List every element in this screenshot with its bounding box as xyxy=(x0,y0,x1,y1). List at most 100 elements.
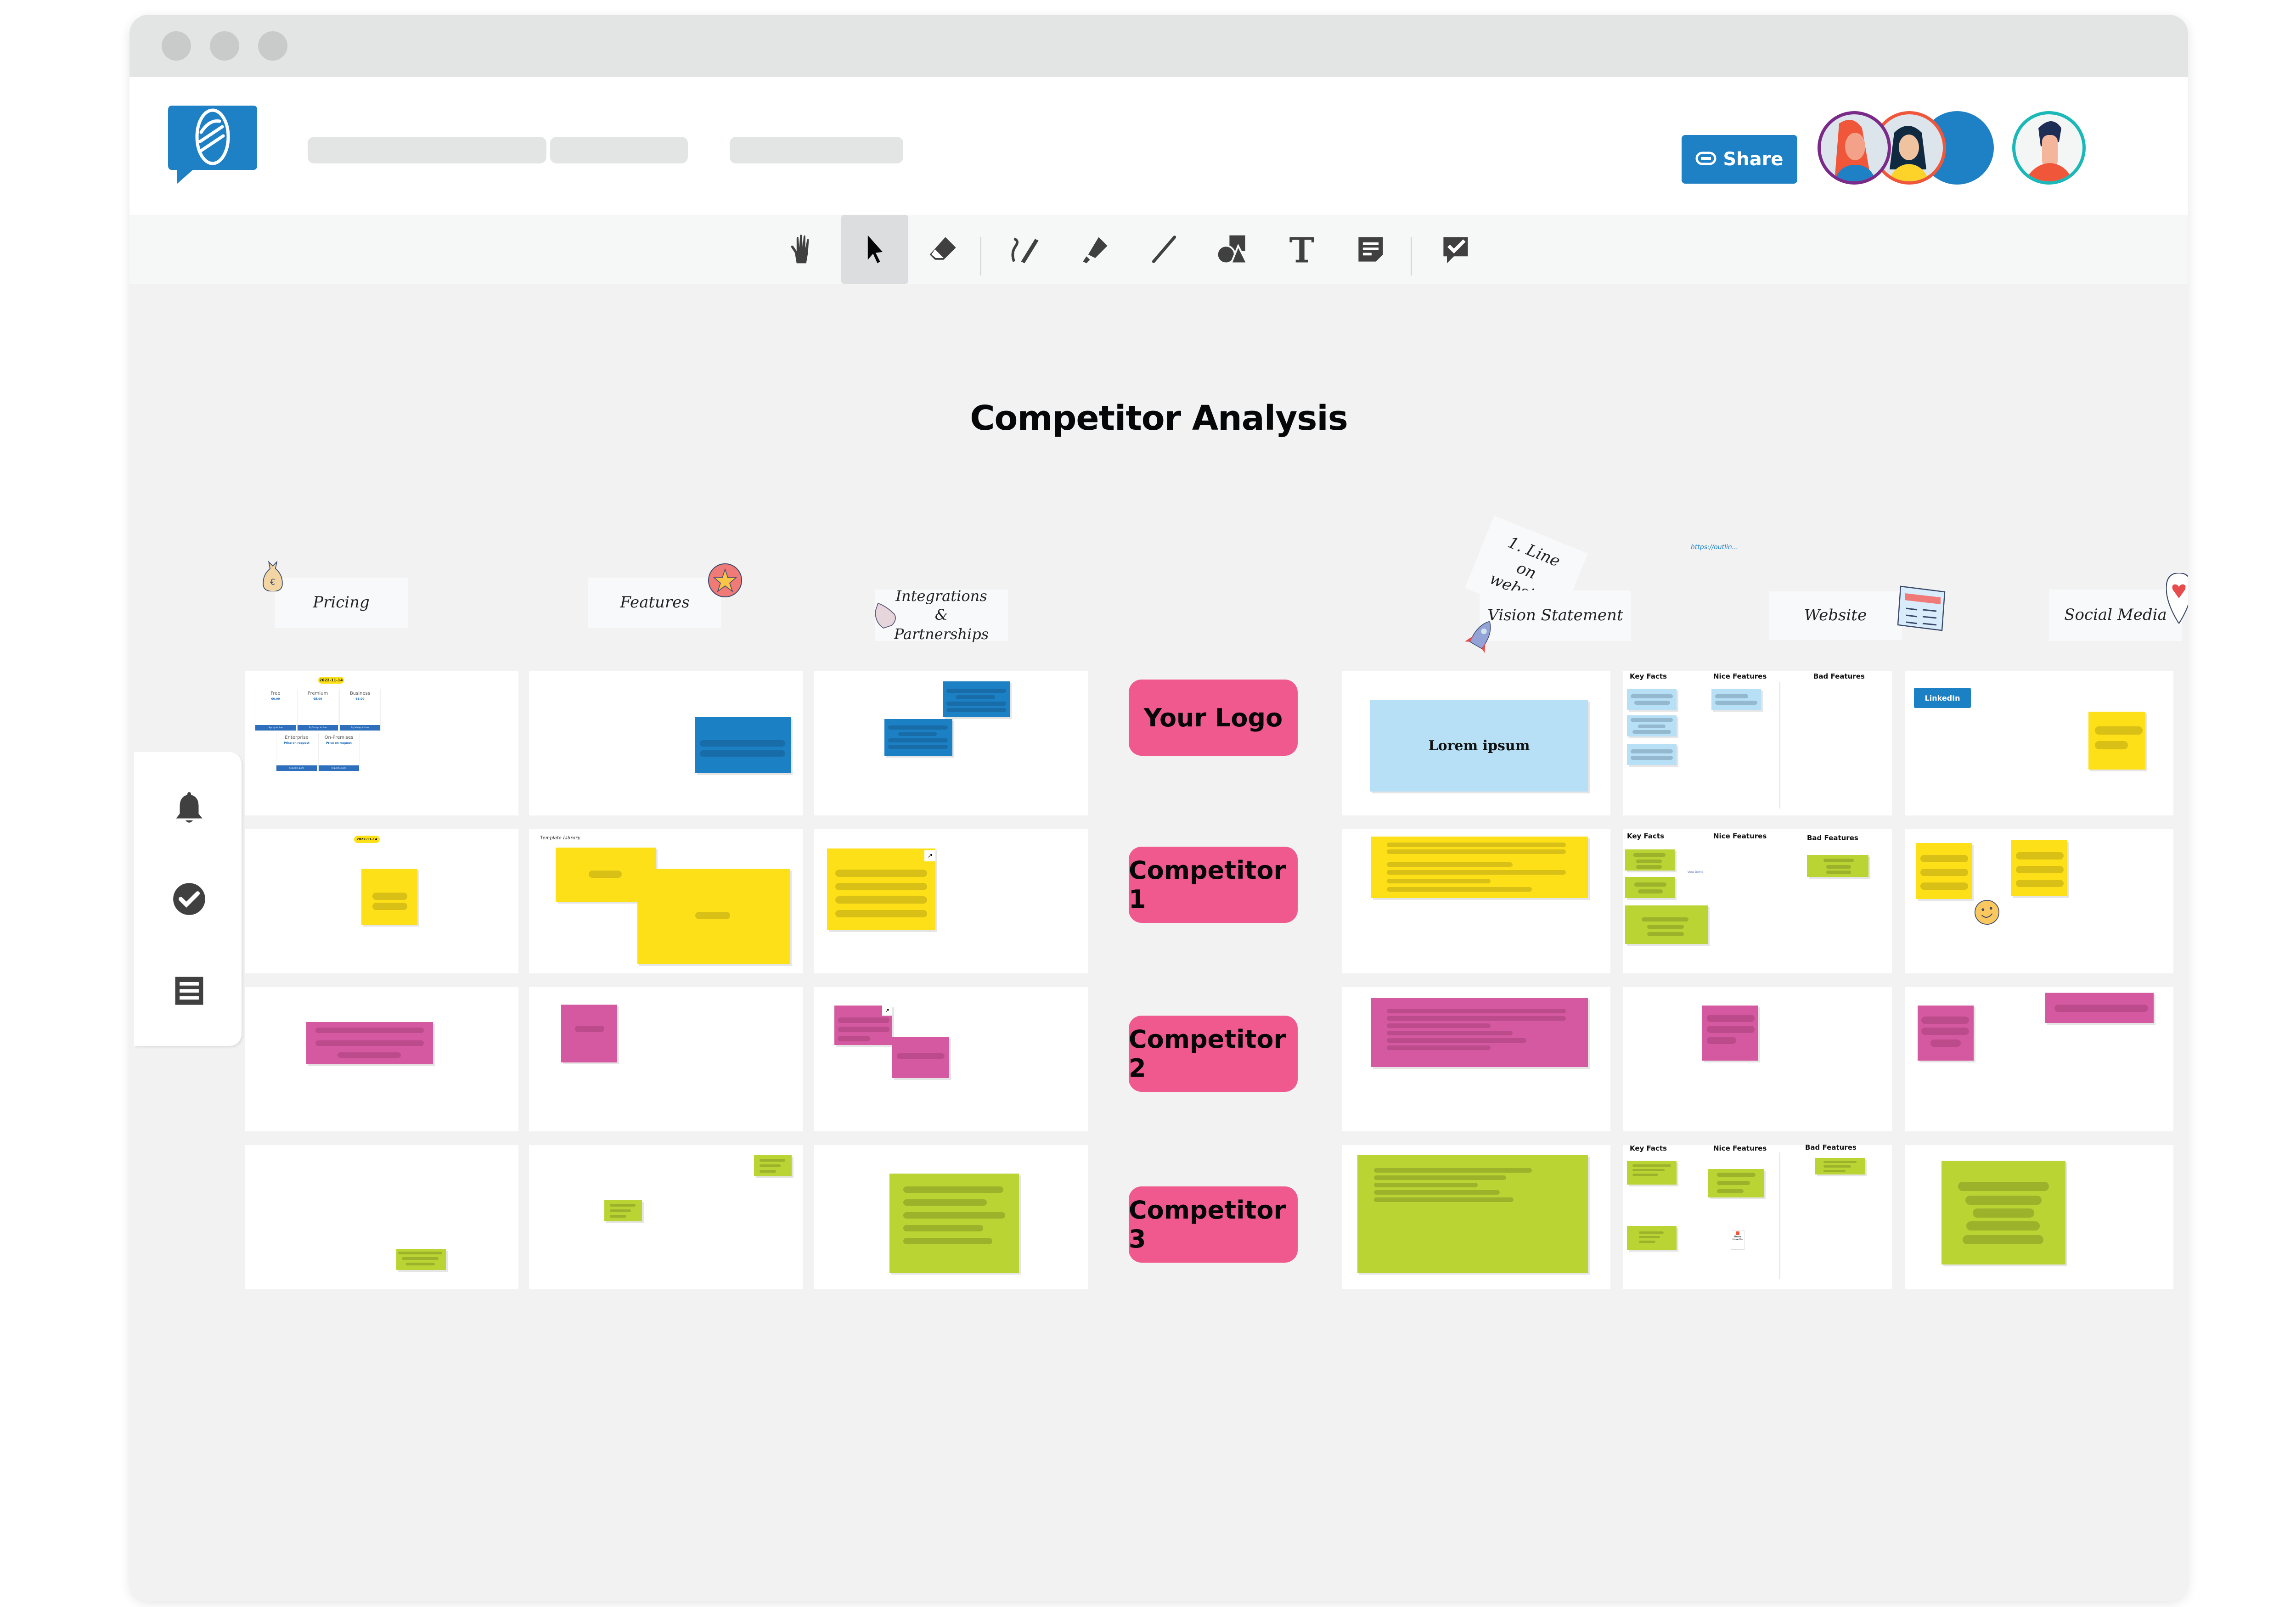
cell-competitor-2-social[interactable] xyxy=(1905,987,2173,1131)
sticky-note[interactable] xyxy=(1941,1161,2065,1264)
sticky-note[interactable] xyxy=(1627,1226,1677,1250)
sticky-note[interactable] xyxy=(1627,715,1677,736)
cell-competitor-2-vision[interactable] xyxy=(1342,987,1610,1131)
text-tool-button[interactable] xyxy=(1268,215,1335,284)
sticky-note[interactable] xyxy=(889,1174,1019,1273)
sticky-note[interactable] xyxy=(754,1155,792,1176)
sticky-note[interactable] xyxy=(306,1022,433,1064)
notifications-button[interactable] xyxy=(166,785,212,831)
sticky-note[interactable] xyxy=(1625,905,1708,944)
avatar-current-user[interactable] xyxy=(2012,111,2086,185)
hand-tool-button[interactable] xyxy=(770,215,837,284)
cell-competitor-1-vision[interactable] xyxy=(1342,829,1610,973)
sticky-note[interactable] xyxy=(1708,1169,1764,1197)
column-header-social-media[interactable]: Social Media xyxy=(2049,590,2182,641)
feedback-tool-button[interactable] xyxy=(1422,215,1489,284)
external-link-icon[interactable]: ↗ xyxy=(924,850,935,861)
cell-competitor-2-website[interactable] xyxy=(1623,987,1892,1131)
row-label-your-logo[interactable]: Your Logo xyxy=(1129,680,1298,756)
sticky-note[interactable] xyxy=(2011,840,2067,896)
sticky-note[interactable] xyxy=(1807,855,1868,877)
cell-competitor-3-features[interactable] xyxy=(529,1145,803,1289)
sticky-note[interactable] xyxy=(561,1005,617,1062)
nav-placeholder-3[interactable] xyxy=(730,137,903,163)
cell-your-logo-website[interactable]: Key Facts Nice Features Bad Features xyxy=(1623,671,1892,815)
line-tool-button[interactable] xyxy=(1131,215,1198,284)
window-close-button[interactable] xyxy=(162,31,191,61)
cell-competitor-3-pricing[interactable] xyxy=(245,1145,518,1289)
board-title[interactable]: Competitor Analysis xyxy=(129,399,2188,438)
sticky-note[interactable] xyxy=(1627,744,1677,765)
outline-button[interactable] xyxy=(166,968,212,1014)
sticky-note[interactable] xyxy=(943,681,1010,717)
cell-your-logo-vision[interactable]: Lorem ipsum xyxy=(1342,671,1610,815)
cell-competitor-3-vision[interactable] xyxy=(1342,1145,1610,1289)
sticky-note[interactable] xyxy=(1371,998,1588,1067)
sticky-note[interactable] xyxy=(2045,993,2154,1023)
sticky-note[interactable] xyxy=(1702,1006,1758,1061)
cell-your-logo-integrations[interactable] xyxy=(814,671,1088,815)
sticky-note[interactable]: Lorem ipsum xyxy=(1370,700,1588,792)
row-label-competitor-3[interactable]: Competitor 3 xyxy=(1129,1186,1298,1263)
shapes-tool-button[interactable] xyxy=(1199,215,1266,284)
sticky-note[interactable] xyxy=(361,869,417,925)
cell-competitor-3-website[interactable]: Key Facts Nice Features Bad Features Use… xyxy=(1623,1143,1892,1289)
cell-competitor-2-pricing[interactable] xyxy=(245,987,518,1131)
column-header-website[interactable]: Website xyxy=(1769,591,1902,640)
window-maximize-button[interactable] xyxy=(258,31,287,61)
cell-your-logo-features[interactable] xyxy=(529,671,803,815)
website-link[interactable]: https://outlin... xyxy=(1691,544,1738,551)
sticky-note[interactable] xyxy=(1625,877,1675,898)
cell-competitor-3-integrations[interactable] xyxy=(814,1145,1088,1289)
sticky-note[interactable] xyxy=(1627,1161,1677,1185)
column-header-vision-statement[interactable]: Vision Statement xyxy=(1480,590,1631,641)
cell-competitor-2-integrations[interactable]: ↗ xyxy=(814,987,1088,1131)
speech-bubble-logo-icon[interactable] xyxy=(168,106,257,184)
sticky-note[interactable] xyxy=(1916,843,1972,899)
cell-competitor-1-social[interactable] xyxy=(1905,829,2173,973)
sticky-note[interactable] xyxy=(1357,1155,1588,1273)
sticky-note[interactable] xyxy=(604,1200,642,1221)
linkedin-button[interactable]: LinkedIn xyxy=(1914,688,1971,708)
sticky-note[interactable]: ↗ xyxy=(827,848,935,930)
sticky-note[interactable] xyxy=(1625,849,1675,871)
external-link-icon[interactable]: ↗ xyxy=(882,1006,892,1016)
sticky-note[interactable] xyxy=(884,719,952,756)
row-label-competitor-2[interactable]: Competitor 2 xyxy=(1129,1016,1298,1092)
cell-competitor-1-website[interactable]: Key Facts Nice Features Bad Features Vie… xyxy=(1623,829,1892,973)
cell-competitor-1-features[interactable]: Template Library xyxy=(529,829,803,973)
eraser-tool-button[interactable] xyxy=(910,215,977,284)
sticky-note[interactable] xyxy=(1371,837,1588,898)
highlighter-tool-button[interactable] xyxy=(1062,215,1129,284)
sticky-note[interactable] xyxy=(1711,689,1761,710)
cell-competitor-2-features[interactable] xyxy=(529,987,803,1131)
nav-placeholder-1[interactable] xyxy=(308,137,546,163)
cell-competitor-1-integrations[interactable]: ↗ xyxy=(814,829,1088,973)
share-button[interactable]: Share xyxy=(1682,135,1797,184)
cell-competitor-1-pricing[interactable]: 2022-11-14 xyxy=(245,829,518,973)
view-demo-link[interactable]: View Demo xyxy=(1688,871,1703,874)
row-label-competitor-1[interactable]: Competitor 1 xyxy=(1129,847,1298,923)
window-minimize-button[interactable] xyxy=(210,31,239,61)
pen-tool-button[interactable] xyxy=(993,215,1060,284)
sticky-note[interactable] xyxy=(2088,712,2145,770)
tasks-button[interactable] xyxy=(166,876,212,922)
cell-your-logo-pricing[interactable]: 2022-11-14 Free €0.00 Sign up for free P… xyxy=(245,671,518,815)
select-tool-button[interactable] xyxy=(841,215,908,284)
sticky-note[interactable]: ↗ xyxy=(834,1006,892,1045)
sticky-note[interactable] xyxy=(1627,689,1677,710)
column-header-features[interactable]: Features xyxy=(588,578,721,628)
avatar-collaborator-1[interactable] xyxy=(1818,111,1891,185)
column-header-pricing[interactable]: Pricing xyxy=(275,578,408,628)
cell-competitor-3-social[interactable] xyxy=(1905,1145,2173,1289)
sticky-note-tool-button[interactable] xyxy=(1337,215,1404,284)
sticky-note[interactable] xyxy=(695,717,791,773)
sticky-note[interactable] xyxy=(892,1037,949,1078)
sticky-note[interactable] xyxy=(637,869,790,964)
cell-your-logo-social[interactable]: LinkedIn xyxy=(1905,671,2173,815)
nav-placeholder-2[interactable] xyxy=(550,137,688,163)
sticky-note[interactable] xyxy=(396,1249,446,1270)
sticky-note[interactable] xyxy=(1815,1158,1865,1174)
whiteboard-canvas[interactable]: Competitor Analysis Pricing € Features I… xyxy=(129,284,2188,1601)
sticky-note[interactable] xyxy=(1918,1006,1974,1061)
